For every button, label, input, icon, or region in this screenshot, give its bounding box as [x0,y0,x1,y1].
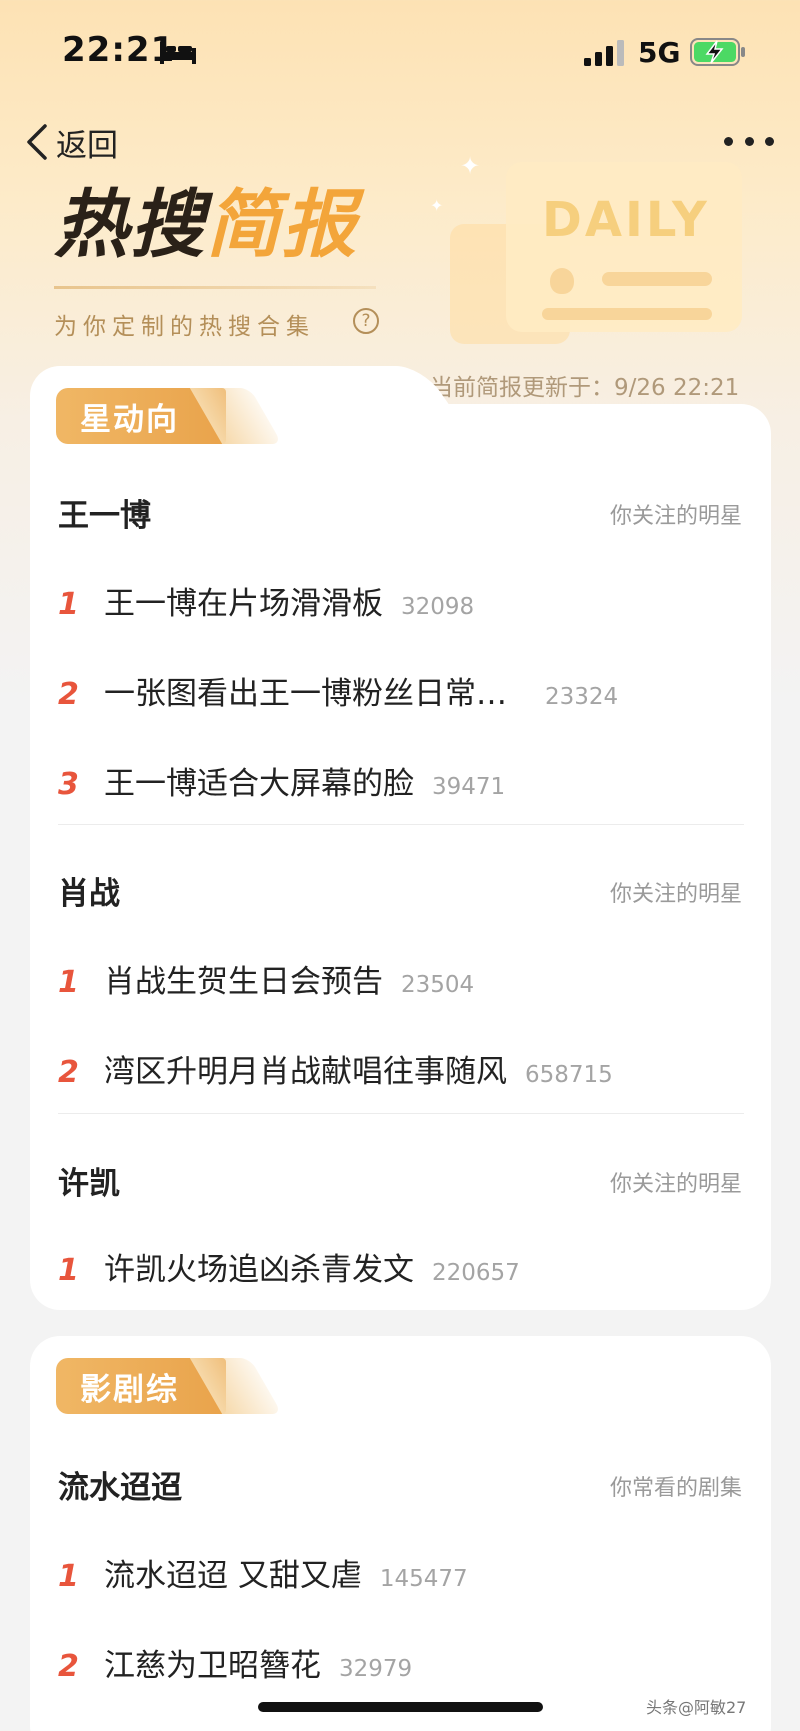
group-title[interactable]: 肖战 [58,868,120,913]
sparkle-icon: ✦ [430,196,444,215]
rank-number: 1 [58,1253,79,1288]
section-tag-drama: 影剧综 [56,1358,283,1414]
rank-number: 2 [58,1649,79,1684]
hot-search-item[interactable]: 1 肖战生贺生日会预告 23504 [58,956,474,1006]
more-dot-icon [724,136,733,146]
hot-search-item[interactable]: 3 王一博适合大屏幕的脸 39471 [58,758,505,808]
rank-number: 1 [58,965,79,1000]
hot-search-text: 许凯火场追凶杀青发文 [104,1252,414,1288]
hot-search-text: 王一博在片场滑滑板 [104,586,383,622]
hot-search-text: 江慈为卫昭簪花 [104,1648,321,1684]
rank-number: 2 [58,1055,79,1090]
title-part-hot-search: 热搜 [54,182,206,268]
group-note: 你常看的剧集 [609,1476,742,1501]
hot-search-count: 23504 [401,972,475,998]
sleep-focus-icon [160,42,196,64]
flame-icon [550,268,574,294]
section-tag-label: 星动向 [80,401,179,438]
hot-search-item[interactable]: 1 流水迢迢 又甜又虐 145477 [58,1550,468,1600]
back-button[interactable]: 返回 [24,118,118,166]
hot-search-text: 湾区升明月肖战献唱往事随风 [104,1054,507,1090]
hot-search-item[interactable]: 2 湾区升明月肖战献唱往事随风 658715 [58,1046,613,1096]
rank-number: 2 [58,677,79,712]
page-subtitle: 为你定制的热搜合集 [54,314,315,340]
hot-search-count: 32979 [339,1656,413,1682]
hot-search-text: 王一博适合大屏幕的脸 [104,766,414,802]
group-title[interactable]: 王一博 [58,490,151,535]
cellular-signal-icon [584,40,624,66]
rank-number: 1 [58,1559,79,1594]
chevron-left-icon [27,124,47,160]
hot-search-count: 220657 [432,1260,520,1286]
hot-search-text: 一张图看出王一博粉丝日常… [104,676,507,712]
hot-search-count: 658715 [525,1062,613,1088]
hot-search-count: 145477 [379,1566,468,1592]
hot-search-item[interactable]: 2 一张图看出王一博粉丝日常… 23324 [58,668,618,718]
network-type: 5G [638,36,681,69]
section-tag-celebrity: 星动向 [56,388,283,444]
rank-number: 1 [58,587,79,622]
title-part-briefing: 简报 [206,182,358,268]
more-dot-icon [765,136,774,146]
illustration-line [542,308,712,320]
status-time: 22:21 [62,30,176,70]
back-label: 返回 [56,127,118,164]
battery-charging-icon [690,38,745,66]
divider [58,1113,744,1114]
illustration-line [602,272,712,286]
group-title[interactable]: 许凯 [58,1158,120,1203]
hot-search-text: 肖战生贺生日会预告 [104,964,383,1000]
page-title: 热搜简报 [54,188,358,262]
group-note: 你关注的明星 [609,504,742,529]
hot-search-text: 流水迢迢 又甜又虐 [104,1558,362,1594]
hot-search-item[interactable]: 1 王一博在片场滑滑板 32098 [58,578,474,628]
watermark: 头条@阿敏27 [646,1698,747,1717]
group-note: 你关注的明星 [609,1172,742,1197]
hot-search-count: 23324 [545,684,619,710]
rank-number: 3 [58,767,79,802]
help-question-icon[interactable]: ? [353,308,379,334]
section-tag-label: 影剧综 [80,1371,179,1408]
more-dot-icon [744,136,754,146]
daily-illustration: ✦ ✦ DAILY [430,150,760,350]
hot-search-item[interactable]: 1 许凯火场追凶杀青发文 220657 [58,1244,520,1294]
status-bar: 22:21 5G [0,0,800,100]
hot-search-count: 32098 [401,594,475,620]
daily-word: DAILY [542,192,710,248]
group-note: 你关注的明星 [609,882,742,907]
group-title[interactable]: 流水迢迢 [58,1462,182,1507]
update-time: 当前简报更新于：9/26 22:21 [430,375,740,401]
hot-search-count: 39471 [432,774,506,800]
title-underline [54,286,376,289]
home-indicator[interactable] [258,1702,543,1712]
divider [58,824,744,825]
hot-search-item[interactable]: 2 江慈为卫昭簪花 32979 [58,1640,412,1690]
sparkle-icon: ✦ [460,152,481,180]
